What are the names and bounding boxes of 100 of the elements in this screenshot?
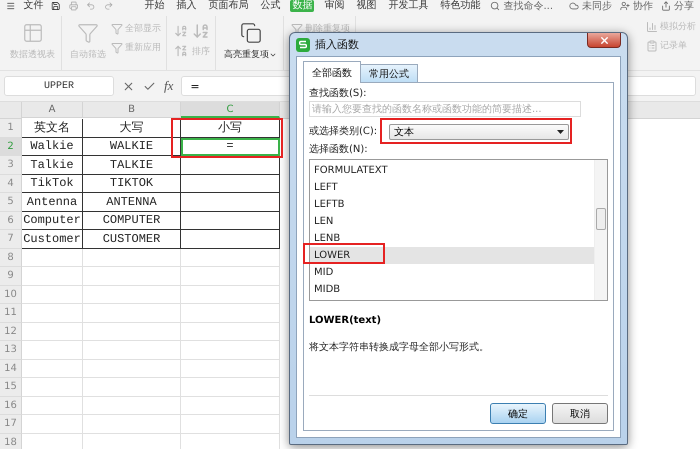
collaborate-button[interactable]: 协作: [620, 0, 654, 12]
table-cell: Computer: [22, 212, 83, 230]
duplicate-icon: [240, 22, 262, 44]
table-cell: [22, 322, 83, 341]
table-cell: [22, 267, 83, 286]
app-logo-icon: [296, 38, 310, 52]
table-cell: [22, 415, 83, 434]
table-cell: [22, 304, 83, 322]
menu-tab[interactable]: 数据: [290, 0, 314, 12]
row-header[interactable]: 3: [0, 156, 22, 174]
row-header[interactable]: 12: [0, 322, 22, 341]
sort-descending-icon: [174, 44, 188, 58]
sync-status[interactable]: 未同步: [569, 0, 612, 12]
table-cell: 小写: [181, 119, 280, 138]
column-header[interactable]: A: [22, 102, 83, 118]
search-field[interactable]: 请输入您要查找的函数名称或函数功能的简要描述...: [309, 101, 581, 117]
save-icon[interactable]: [51, 1, 61, 11]
function-item[interactable]: FORMULATEXT: [310, 162, 594, 179]
function-item[interactable]: LEFT: [310, 179, 594, 196]
table-cell: [22, 396, 83, 415]
search-label: 查找函数(S):: [309, 87, 368, 101]
command-search[interactable]: 查找命令...: [490, 0, 554, 12]
close-button[interactable]: [587, 33, 621, 48]
menu-tab[interactable]: 页面布局: [206, 0, 250, 12]
select-all-corner[interactable]: [0, 102, 22, 119]
row-header[interactable]: 18: [0, 434, 22, 449]
table-cell: =: [181, 138, 280, 156]
insert-function-button[interactable]: fx: [164, 78, 174, 94]
function-item[interactable]: MID: [310, 264, 594, 281]
row-header[interactable]: 17: [0, 415, 22, 434]
filter-icon: [291, 22, 303, 34]
row-header[interactable]: 15: [0, 378, 22, 396]
function-description: 将文本字符串转换成字母全部小写形式。: [309, 340, 490, 354]
row-header[interactable]: 14: [0, 360, 22, 378]
row-header[interactable]: 16: [0, 396, 22, 415]
table-cell: 英文名: [22, 119, 83, 138]
menu-tab[interactable]: 公式: [258, 0, 282, 12]
menu-tab[interactable]: 视图: [354, 0, 378, 12]
user-icon: [620, 1, 630, 11]
row-header[interactable]: 6: [0, 212, 22, 230]
table-cell: TikTok: [22, 174, 83, 193]
table-cell: 大写: [83, 119, 181, 138]
printer-icon[interactable]: [68, 1, 78, 11]
menu-tab[interactable]: 开始: [142, 0, 166, 12]
table-cell: [22, 360, 83, 378]
table-cell: Antenna: [22, 193, 83, 212]
table-cell: CUSTOMER: [83, 230, 181, 248]
check-icon[interactable]: [143, 80, 156, 92]
cancel-icon[interactable]: [122, 80, 135, 92]
table-cell: ANTENNA: [83, 193, 181, 212]
menu-tab[interactable]: 特色功能: [438, 0, 482, 12]
row-header[interactable]: 7: [0, 230, 22, 248]
dialog-tab[interactable]: 常用公式: [360, 64, 418, 83]
column-header[interactable]: C: [181, 102, 280, 118]
row-header[interactable]: 10: [0, 286, 22, 304]
function-signature: LOWER(text): [309, 315, 382, 326]
menu-tab[interactable]: 插入: [174, 0, 198, 12]
row-header[interactable]: 13: [0, 341, 22, 360]
row-header[interactable]: 11: [0, 304, 22, 322]
ok-button[interactable]: 确定: [490, 403, 546, 424]
scrollbar[interactable]: [594, 160, 607, 300]
menu-icon[interactable]: [6, 1, 16, 11]
dialog-tab[interactable]: 全部函数: [303, 61, 361, 83]
row-header[interactable]: 8: [0, 248, 22, 267]
ribbon-button[interactable]: 高亮重复项: [223, 16, 278, 61]
table-cell: [22, 341, 83, 360]
function-item[interactable]: LEN: [310, 213, 594, 230]
filter-icon: [111, 42, 123, 54]
share-icon: [661, 1, 672, 11]
table-cell: [22, 378, 83, 396]
undo-icon[interactable]: [86, 1, 96, 11]
row-header[interactable]: 4: [0, 174, 22, 193]
category-select[interactable]: 文本: [389, 124, 570, 140]
function-item[interactable]: LENB: [310, 230, 594, 247]
row-header[interactable]: 1: [0, 119, 22, 138]
row-header[interactable]: 2: [0, 138, 22, 156]
name-box[interactable]: UPPER: [4, 76, 114, 96]
cloud-icon: [569, 1, 580, 11]
share-button[interactable]: 分享: [661, 0, 694, 12]
row-header[interactable]: 9: [0, 267, 22, 286]
filter-icon: [111, 22, 123, 34]
table-cell: Customer: [22, 230, 83, 248]
search-icon: [490, 1, 500, 11]
table-cell: Talkie: [22, 156, 83, 174]
table-icon: [22, 22, 44, 44]
column-header[interactable]: B: [83, 102, 181, 118]
scrollbar-thumb[interactable]: [596, 208, 606, 230]
row-header[interactable]: 5: [0, 193, 22, 212]
table-cell: COMPUTER: [83, 212, 181, 230]
dialog-title: 插入函数: [315, 37, 359, 52]
function-item[interactable]: MIDB: [310, 281, 594, 298]
function-item[interactable]: LOWER: [310, 247, 594, 264]
sort-ascending-icon: [192, 22, 210, 40]
table-cell: [22, 286, 83, 304]
form-icon: [646, 40, 658, 52]
function-item[interactable]: LEFTB: [310, 196, 594, 213]
redo-icon[interactable]: [104, 1, 114, 11]
cancel-button[interactable]: 取消: [552, 403, 608, 424]
menu-tab[interactable]: 开发工具: [386, 0, 430, 12]
table-cell: WALKIE: [83, 138, 181, 156]
